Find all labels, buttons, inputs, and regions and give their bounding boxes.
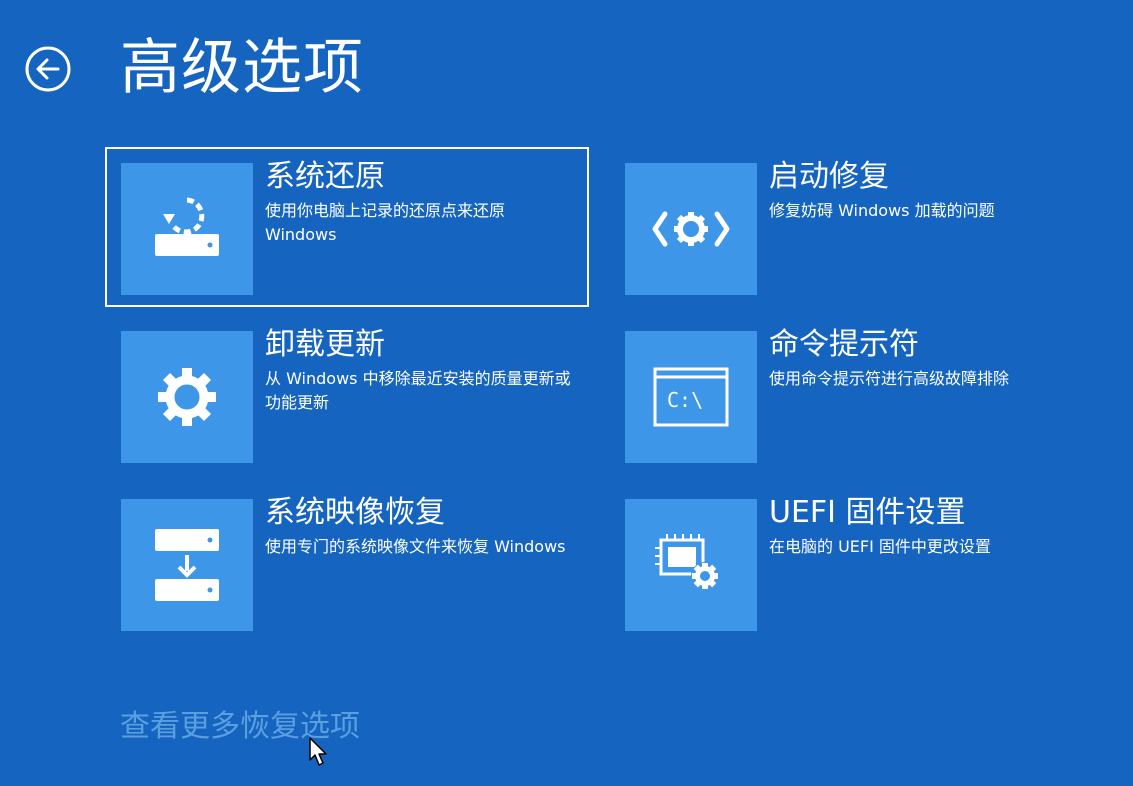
back-arrow-icon	[25, 46, 71, 92]
option-tile	[625, 499, 757, 631]
mouse-cursor-icon	[309, 737, 327, 766]
option-title: 命令提示符	[769, 327, 919, 362]
option-system-image-recovery[interactable]: 系统映像恢复 使用专门的系统映像文件来恢复 Windows	[107, 485, 587, 641]
option-system-restore[interactable]: 系统还原 使用你电脑上记录的还原点来还原 Windows	[105, 147, 589, 307]
option-tile: C:\	[625, 331, 757, 463]
system-image-recovery-icon	[155, 529, 219, 601]
option-title: 卸载更新	[265, 327, 385, 362]
command-prompt-text: C:\	[667, 388, 703, 412]
option-description: 使用命令提示符进行高级故障排除	[769, 369, 1010, 388]
command-prompt-icon: C:\	[653, 367, 729, 427]
option-description: 使用专门的系统映像文件来恢复 Windows	[265, 537, 566, 556]
option-title: 系统映像恢复	[265, 495, 445, 530]
back-button[interactable]	[24, 45, 72, 93]
page-title: 高级选项	[120, 33, 364, 103]
option-title: 启动修复	[769, 159, 889, 194]
option-tile	[121, 331, 253, 463]
option-uefi-settings[interactable]: UEFI 固件设置 在电脑的 UEFI 固件中更改设置	[611, 485, 1091, 641]
gear-icon	[158, 368, 216, 426]
option-command-prompt[interactable]: C:\ 命令提示符 使用命令提示符进行高级故障排除	[611, 317, 1091, 473]
option-description: 在电脑的 UEFI 固件中更改设置	[769, 537, 991, 556]
option-description: 使用你电脑上记录的还原点来还原 Windows	[265, 201, 506, 244]
option-title: 系统还原	[265, 159, 385, 194]
option-uninstall-updates[interactable]: 卸载更新 从 Windows 中移除最近安装的质量更新或功能更新	[107, 317, 587, 473]
option-startup-repair[interactable]: 启动修复 修复妨碍 Windows 加载的问题	[611, 149, 1091, 305]
option-tile	[121, 163, 253, 295]
option-tile	[625, 163, 757, 295]
option-description: 修复妨碍 Windows 加载的问题	[769, 201, 995, 220]
uefi-firmware-icon	[655, 534, 719, 590]
system-restore-icon	[155, 197, 219, 256]
startup-repair-icon	[652, 211, 730, 247]
option-description: 从 Windows 中移除最近安装的质量更新或功能更新	[265, 369, 571, 412]
option-tile	[121, 499, 253, 631]
option-title: UEFI 固件设置	[769, 495, 966, 530]
